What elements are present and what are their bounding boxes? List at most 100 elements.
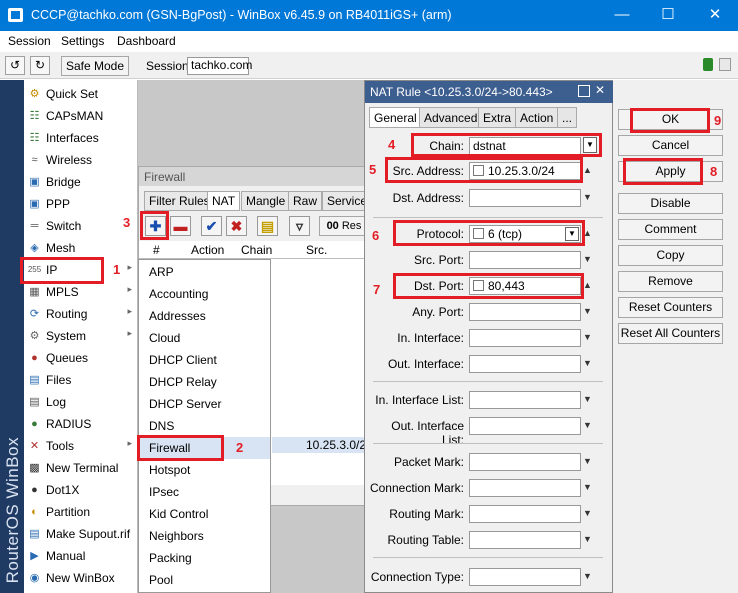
session-field[interactable]: tachko.com: [187, 57, 252, 75]
connection-type-select[interactable]: [469, 568, 581, 586]
enable-icon[interactable]: ✔: [201, 216, 222, 236]
submenu-item-accounting[interactable]: Accounting: [139, 283, 270, 305]
minimize-icon[interactable]: —: [599, 0, 645, 31]
submenu-item-dhcp-client[interactable]: DHCP Client: [139, 349, 270, 371]
maximize-icon[interactable]: ☐: [645, 0, 691, 31]
connection-mark-dropdown-icon[interactable]: ▼: [583, 482, 592, 492]
routing-table-dropdown-icon[interactable]: ▼: [583, 534, 592, 544]
remove-button[interactable]: Remove: [618, 271, 723, 292]
sidebar-item-manual[interactable]: ▶ Manual: [24, 545, 138, 567]
dst-address-field[interactable]: [469, 189, 581, 207]
sidebar-item-new-terminal[interactable]: ▩ New Terminal: [24, 457, 138, 479]
undo-icon[interactable]: ↺: [5, 56, 25, 75]
sidebar-item-files[interactable]: ▤ Files: [24, 369, 138, 391]
src-address-up-icon[interactable]: ▲: [583, 165, 592, 175]
connection-type-dropdown-icon[interactable]: ▼: [583, 571, 592, 581]
menu-session[interactable]: Session: [8, 34, 51, 48]
filter-icon[interactable]: ▿: [289, 216, 310, 236]
submenu-item-ipsec[interactable]: IPsec: [139, 481, 270, 503]
submenu-item-dhcp-relay[interactable]: DHCP Relay: [139, 371, 270, 393]
cancel-button[interactable]: Cancel: [618, 135, 723, 156]
sidebar-item-log[interactable]: ▤ Log: [24, 391, 138, 413]
reset-counters-button[interactable]: Reset Counters: [618, 297, 723, 318]
sidebar-item-routing[interactable]: ⟳ Routing ▸: [24, 303, 138, 325]
in-interface-select[interactable]: [469, 329, 581, 347]
sidebar-item-mpls[interactable]: ▦ MPLS ▸: [24, 281, 138, 303]
tab-action[interactable]: Action: [515, 107, 559, 128]
out-interface-dropdown-icon[interactable]: ▼: [583, 358, 592, 368]
redo-icon[interactable]: ↻: [30, 56, 50, 75]
submenu-item-hotspot[interactable]: Hotspot: [139, 459, 270, 481]
restore-icon[interactable]: [578, 85, 590, 97]
sidebar-item-make-supout[interactable]: ▤ Make Supout.rif: [24, 523, 138, 545]
tab-nat[interactable]: NAT: [207, 191, 241, 211]
routing-mark-select[interactable]: [469, 505, 581, 523]
col-number[interactable]: #: [153, 243, 160, 257]
in-interface-list-dropdown-icon[interactable]: ▼: [583, 394, 592, 404]
in-interface-dropdown-icon[interactable]: ▼: [583, 332, 592, 342]
submenu-item-dns[interactable]: DNS: [139, 415, 270, 437]
submenu-item-packing[interactable]: Packing: [139, 547, 270, 569]
sidebar-item-dot1x[interactable]: ● Dot1X: [24, 479, 138, 501]
comment-button[interactable]: Comment: [618, 219, 723, 240]
copy-button[interactable]: Copy: [618, 245, 723, 266]
disable-button[interactable]: Disable: [618, 193, 723, 214]
routing-mark-dropdown-icon[interactable]: ▼: [583, 508, 592, 518]
sidebar-item-switch[interactable]: ═ Switch: [24, 215, 138, 237]
sidebar-item-partition[interactable]: ◐ Partition: [24, 501, 138, 523]
any-port-dropdown-icon[interactable]: ▼: [583, 306, 592, 316]
submenu-item-addresses[interactable]: Addresses: [139, 305, 270, 327]
tab-raw[interactable]: Raw: [288, 191, 323, 211]
sidebar-item-system[interactable]: ⚙ System ▸: [24, 325, 138, 347]
submenu-item-neighbors[interactable]: Neighbors: [139, 525, 270, 547]
col-chain[interactable]: Chain: [241, 243, 272, 257]
sidebar-item-capsman[interactable]: ☷ CAPsMAN: [24, 105, 138, 127]
submenu-item-arp[interactable]: ARP: [139, 261, 270, 283]
comment-icon[interactable]: ▤: [257, 216, 278, 236]
connection-mark-select[interactable]: [469, 479, 581, 497]
sidebar-item-radius[interactable]: ● RADIUS: [24, 413, 138, 435]
submenu-item-dhcp-server[interactable]: DHCP Server: [139, 393, 270, 415]
out-interface-select[interactable]: [469, 355, 581, 373]
sidebar-item-bridge[interactable]: ▣ Bridge: [24, 171, 138, 193]
tab-general[interactable]: General: [369, 107, 422, 128]
sidebar-item-interfaces[interactable]: ☷ Interfaces: [24, 127, 138, 149]
close-icon[interactable]: ✕: [692, 0, 738, 31]
reset-counters-toolbar-button[interactable]: 00 Res: [319, 216, 369, 236]
src-port-field[interactable]: [469, 251, 581, 269]
submenu-item-cloud[interactable]: Cloud: [139, 327, 270, 349]
tab-more[interactable]: ...: [557, 107, 578, 128]
sidebar-item-queues[interactable]: ● Queues: [24, 347, 138, 369]
any-port-field[interactable]: [469, 303, 581, 321]
menu-settings[interactable]: Settings: [61, 34, 104, 48]
out-interface-list-select[interactable]: [469, 417, 581, 435]
hide-icon[interactable]: [719, 58, 731, 71]
dst-port-up-icon[interactable]: ▲: [583, 280, 592, 290]
src-port-dropdown-icon[interactable]: ▼: [583, 254, 592, 264]
dialog-close-icon[interactable]: ✕: [595, 83, 605, 97]
sidebar-item-new-winbox[interactable]: ◉ New WinBox: [24, 567, 138, 589]
sidebar-item-quick-set[interactable]: ⚙ Quick Set: [24, 83, 138, 105]
tab-mangle[interactable]: Mangle: [241, 191, 291, 211]
menu-dashboard[interactable]: Dashboard: [117, 34, 176, 48]
in-interface-list-select[interactable]: [469, 391, 581, 409]
table-row[interactable]: 10.25.3.0/2: [272, 437, 369, 453]
safe-mode-button[interactable]: Safe Mode: [61, 56, 129, 76]
packet-mark-select[interactable]: [469, 453, 581, 471]
tab-filter-rules[interactable]: Filter Rules: [144, 191, 215, 211]
dst-address-dropdown-icon[interactable]: ▼: [583, 192, 592, 202]
col-action[interactable]: Action: [191, 243, 224, 257]
sidebar-item-mesh[interactable]: ◈ Mesh: [24, 237, 138, 259]
submenu-item-kid-control[interactable]: Kid Control: [139, 503, 270, 525]
out-interface-list-dropdown-icon[interactable]: ▼: [583, 420, 592, 430]
sidebar-item-ppp[interactable]: ▣ PPP: [24, 193, 138, 215]
tab-advanced[interactable]: Advanced: [419, 107, 483, 128]
tab-extra[interactable]: Extra: [478, 107, 517, 128]
remove-icon[interactable]: ▬: [170, 216, 191, 236]
routing-table-select[interactable]: [469, 531, 581, 549]
submenu-item-pool[interactable]: Pool: [139, 569, 270, 591]
sidebar-item-wireless[interactable]: ≈ Wireless: [24, 149, 138, 171]
packet-mark-dropdown-icon[interactable]: ▼: [583, 456, 592, 466]
disable-icon[interactable]: ✖: [226, 216, 247, 236]
reset-all-counters-button[interactable]: Reset All Counters: [618, 323, 723, 344]
